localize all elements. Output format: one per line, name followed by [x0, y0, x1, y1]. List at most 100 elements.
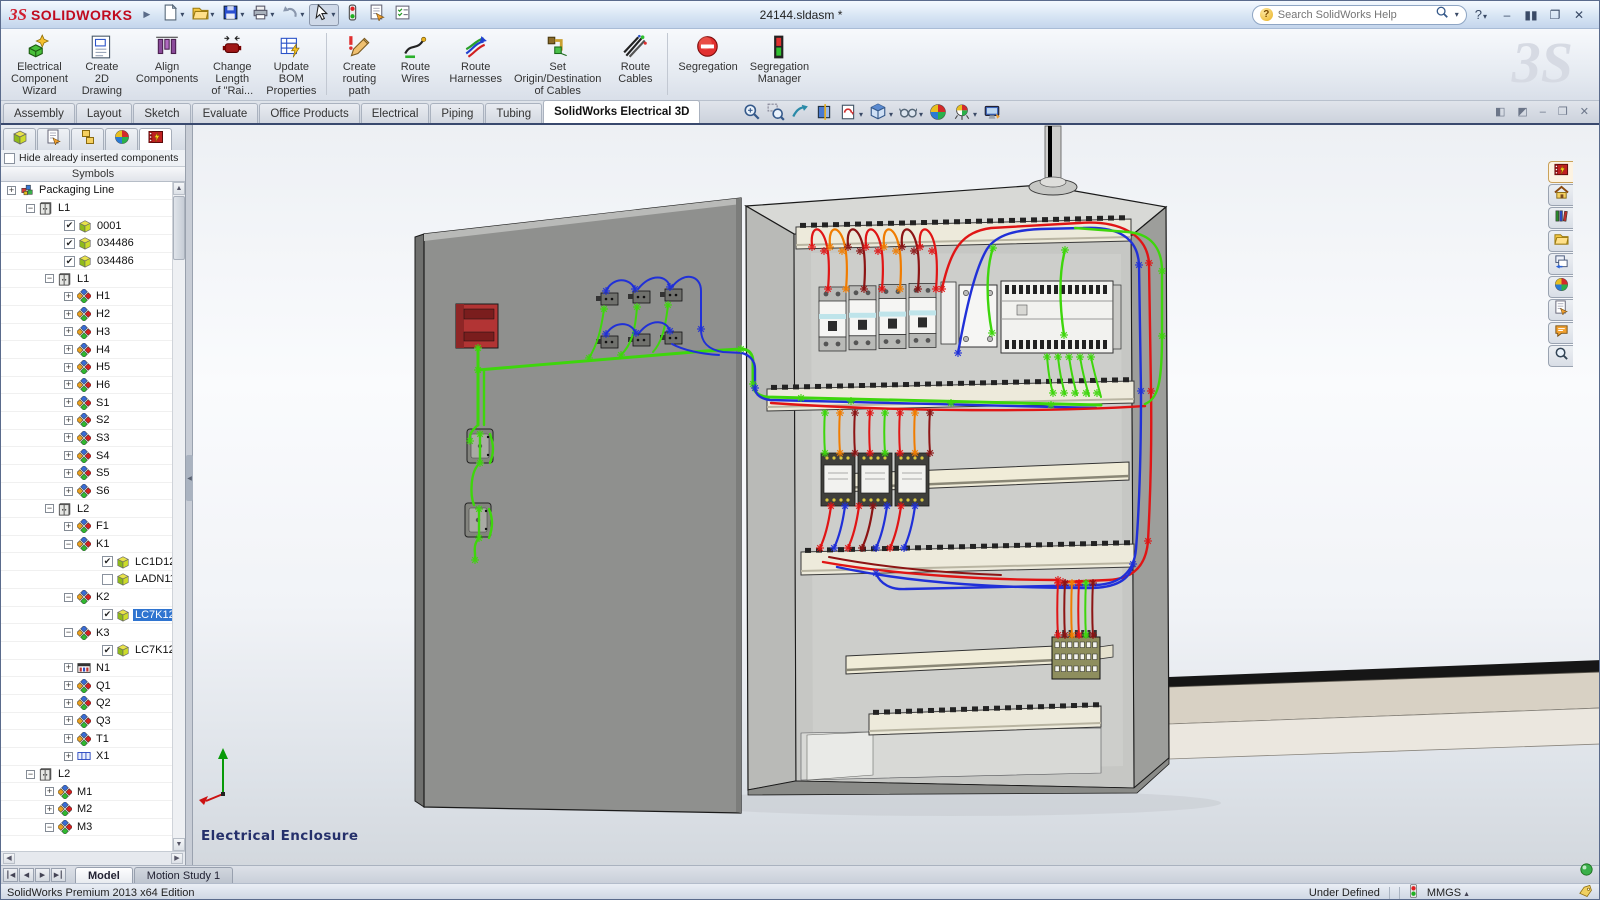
- last-tab-icon[interactable]: ▶┃: [51, 868, 66, 882]
- dropdown-caret-icon[interactable]: ▾: [270, 10, 274, 19]
- tree-item-h6[interactable]: +H6: [1, 377, 172, 395]
- align-components-button[interactable]: Align Components: [130, 31, 204, 99]
- expand-icon[interactable]: +: [64, 681, 73, 690]
- tree-item-l1[interactable]: −L1: [1, 200, 172, 218]
- expand-icon[interactable]: +: [64, 310, 73, 319]
- expand-icon[interactable]: +: [64, 380, 73, 389]
- dropdown-caret-icon[interactable]: ▾: [973, 110, 977, 119]
- tree-item-s3[interactable]: +S3: [1, 430, 172, 448]
- tree-item-checkbox[interactable]: ✔: [102, 609, 113, 620]
- tree-item-s4[interactable]: +S4: [1, 447, 172, 465]
- dropdown-caret-icon[interactable]: ▾: [889, 110, 893, 119]
- open-folder-button[interactable]: ▾: [189, 4, 217, 26]
- tree-item-k1[interactable]: −K1: [1, 536, 172, 554]
- search-input[interactable]: [1278, 9, 1430, 21]
- scroll-up-icon[interactable]: ▲: [173, 182, 185, 195]
- expand-icon[interactable]: +: [64, 416, 73, 425]
- tree-item-packaging-line[interactable]: +Packaging Line: [1, 182, 172, 200]
- undo-button[interactable]: ▾: [279, 4, 307, 26]
- tree-item-h2[interactable]: +H2: [1, 306, 172, 324]
- electrical-component-wizard-button[interactable]: Electrical Component Wizard: [5, 31, 74, 99]
- units-selector[interactable]: MMGS▲: [1427, 887, 1470, 899]
- dropdown-caret-icon[interactable]: ▾: [919, 110, 923, 119]
- view-settings-button[interactable]: ▾: [839, 103, 863, 126]
- hide-inserted-checkbox[interactable]: [4, 153, 15, 164]
- route-cables-button[interactable]: Route Cables: [607, 31, 663, 99]
- tree-item-h4[interactable]: +H4: [1, 341, 172, 359]
- display-manager-tab[interactable]: [105, 128, 138, 150]
- zoom-fit-button[interactable]: [743, 103, 761, 126]
- graphics-area[interactable]: Electrical Enclosure: [193, 125, 1600, 865]
- home-tab[interactable]: [1548, 184, 1573, 206]
- collapse-icon[interactable]: −: [64, 593, 73, 602]
- dropdown-caret-icon[interactable]: ▾: [300, 10, 304, 19]
- scene-button[interactable]: ▾: [953, 103, 977, 126]
- tree-item-m1[interactable]: +M1: [1, 783, 172, 801]
- resource-monitor-icon[interactable]: [1580, 863, 1593, 881]
- collapse-icon[interactable]: −: [64, 540, 73, 549]
- tree-item-h5[interactable]: +H5: [1, 359, 172, 377]
- tree-item-checkbox[interactable]: ✔: [102, 556, 113, 567]
- help-search-box[interactable]: ? ▾: [1252, 5, 1467, 25]
- tree-item-t1[interactable]: +T1: [1, 730, 172, 748]
- route-harnesses-button[interactable]: Route Harnesses: [443, 31, 508, 99]
- expand-icon[interactable]: +: [64, 469, 73, 478]
- electrical-manager-tab[interactable]: [1548, 161, 1573, 183]
- tree-hscrollbar[interactable]: ◀ ▶: [1, 851, 185, 865]
- expand-icon[interactable]: +: [64, 663, 73, 672]
- tree-item-l2[interactable]: −L2: [1, 766, 172, 784]
- expand-icon[interactable]: +: [64, 345, 73, 354]
- select-cursor-button[interactable]: ▾: [309, 4, 339, 26]
- zoom-area-button[interactable]: [767, 103, 785, 126]
- tree-item-f1[interactable]: +F1: [1, 518, 172, 536]
- new-document-button[interactable]: ▾: [159, 4, 187, 26]
- tree-item-k3[interactable]: −K3: [1, 624, 172, 642]
- minimize-button[interactable]: –: [1495, 6, 1519, 24]
- tree-item-q2[interactable]: +Q2: [1, 695, 172, 713]
- expand-icon[interactable]: +: [64, 522, 73, 531]
- restore-button[interactable]: ❐: [1543, 6, 1567, 24]
- expand-icon[interactable]: +: [64, 716, 73, 725]
- tree-item-034486[interactable]: ✔034486: [1, 253, 172, 271]
- doc-restore-icon[interactable]: ❐: [1558, 105, 1568, 119]
- electrical-manager-tab[interactable]: [139, 128, 172, 150]
- dropdown-caret-icon[interactable]: ▾: [240, 10, 244, 19]
- tree-item-s1[interactable]: +S1: [1, 394, 172, 412]
- panel-splitter[interactable]: ◀: [186, 125, 193, 865]
- update-bom-button[interactable]: Update BOM Properties: [260, 31, 322, 99]
- pause-window-button[interactable]: ▮▮: [1519, 6, 1543, 24]
- options-list-button[interactable]: [391, 4, 414, 26]
- expand-icon[interactable]: +: [64, 398, 73, 407]
- search-tab[interactable]: [1548, 345, 1573, 367]
- tab-office-products[interactable]: Office Products: [259, 103, 359, 123]
- tab-electrical[interactable]: Electrical: [361, 103, 430, 123]
- scroll-right-icon[interactable]: ▶: [171, 853, 183, 864]
- dropdown-caret-icon[interactable]: ▾: [331, 10, 335, 19]
- tree-item-q1[interactable]: +Q1: [1, 677, 172, 695]
- search-icon[interactable]: [1435, 5, 1449, 24]
- dropdown-caret-icon[interactable]: ▾: [180, 10, 184, 19]
- save-button[interactable]: ▾: [219, 4, 247, 26]
- collapse-icon[interactable]: −: [45, 504, 54, 513]
- tree-item-s6[interactable]: +S6: [1, 483, 172, 501]
- tree-item-checkbox[interactable]: ✔: [64, 220, 75, 231]
- tree-item-l2[interactable]: −L2: [1, 500, 172, 518]
- expand-icon[interactable]: +: [64, 451, 73, 460]
- appearances-tab[interactable]: [1548, 276, 1573, 298]
- tree-item-l1[interactable]: −L1: [1, 270, 172, 288]
- scroll-left-icon[interactable]: ◀: [3, 853, 15, 864]
- help-button[interactable]: ?▾: [1475, 7, 1487, 22]
- tree-item-034486[interactable]: ✔034486: [1, 235, 172, 253]
- tree-item-m3[interactable]: −M3: [1, 819, 172, 837]
- expand-icon[interactable]: +: [64, 734, 73, 743]
- tree-item-k2[interactable]: −K2: [1, 589, 172, 607]
- collapse-icon[interactable]: −: [45, 823, 54, 832]
- tree-item-s2[interactable]: +S2: [1, 412, 172, 430]
- expand-icon[interactable]: +: [64, 699, 73, 708]
- expand-icon[interactable]: +: [45, 787, 54, 796]
- tree-item-checkbox[interactable]: ✔: [64, 238, 75, 249]
- tab-layout[interactable]: Layout: [76, 103, 133, 123]
- section-view-button[interactable]: [815, 103, 833, 126]
- tab-sketch[interactable]: Sketch: [133, 103, 190, 123]
- forum-tab[interactable]: [1548, 322, 1573, 344]
